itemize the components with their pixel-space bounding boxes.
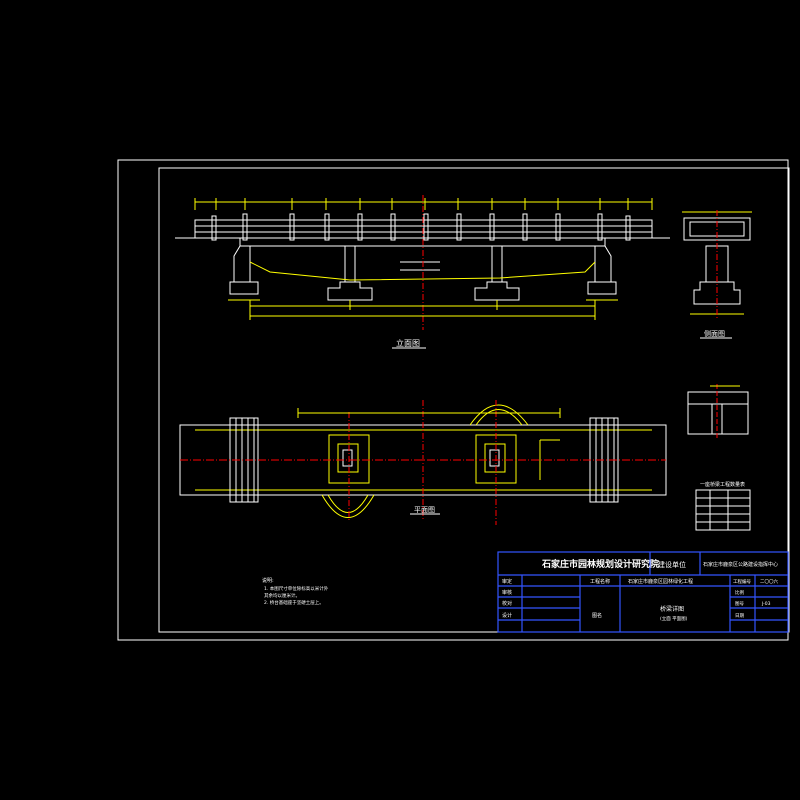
notes-heading: 说明:: [262, 577, 274, 584]
quantity-table: 一座桥梁工程数量表: [695, 481, 751, 531]
phase-value: 二〇〇六: [760, 578, 778, 585]
client-name: 石家庄市鹿泉区公路建设指挥中心: [703, 561, 778, 568]
design-label: 设计: [502, 612, 512, 619]
phase-label: 工程编号: [733, 578, 751, 585]
notes-line-3: 2. 桥台基础座于坚硬土层上。: [264, 599, 324, 606]
side-view: [682, 210, 752, 320]
drawing-subtitle: (立面 平面图): [660, 615, 688, 622]
drawing-title: 桥梁详图: [660, 605, 684, 613]
review-label: 审核: [502, 589, 512, 596]
sheet-label: 比例: [735, 589, 744, 596]
notes-line-1: 1. 本图尺寸单位除标高以米计外: [264, 585, 329, 592]
drawing-name-label: 图名: [592, 612, 602, 619]
project-name: 石家庄市鹿泉区园林绿化工程: [628, 578, 693, 585]
sheet-no: J-03: [761, 601, 771, 607]
quantity-table-title: 一座桥梁工程数量表: [700, 481, 745, 488]
approve-label: 审定: [502, 578, 512, 585]
plan-label: 平面图: [414, 506, 435, 514]
rail-detail: [687, 384, 749, 440]
check-label: 校对: [502, 600, 512, 607]
elevation-view: [175, 195, 670, 330]
side-label: 侧面图: [704, 329, 725, 338]
elevation-label: 立面图: [396, 338, 420, 348]
institute-name: 石家庄市园林规划设计研究院: [541, 558, 659, 570]
notes: 说明: 1. 本图尺寸单位除标高以米计外 其余均以厘米计。 2. 桥台基础座于坚…: [262, 577, 329, 606]
sheet-no-label: 图号: [735, 601, 744, 607]
notes-line-2: 其余均以厘米计。: [264, 592, 300, 599]
cad-drawing: 立面图 侧面图 平面图 一座桥梁工程数量表 说明: 1. 本图尺寸单位除标高以米…: [117, 159, 790, 641]
project-label: 工程名称: [590, 578, 610, 585]
client-label: 建设单位: [658, 560, 686, 569]
date-label: 日期: [735, 613, 744, 619]
